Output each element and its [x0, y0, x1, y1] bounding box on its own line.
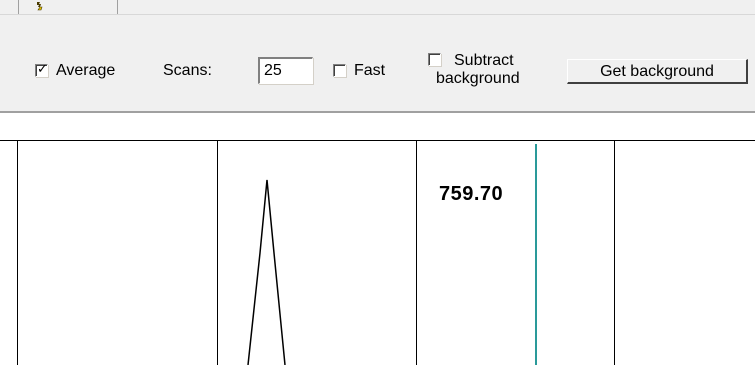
subtract-background-checkbox[interactable]	[428, 53, 441, 66]
subtract-label-line2: background	[436, 70, 520, 87]
get-background-button[interactable]: Get background	[567, 59, 748, 84]
spectrometer-window: ✓ Average Scans: Fast Subtract backgroun…	[0, 0, 755, 365]
check-mark-icon: ✓	[37, 62, 48, 77]
spectrum-panel: 759.70	[0, 113, 755, 365]
subtract-background-option: Subtract background	[428, 50, 558, 90]
tool-strip-bottom	[0, 14, 755, 36]
average-checkbox[interactable]: ✓	[35, 62, 48, 77]
peak-line	[247, 179, 286, 365]
peak-trace	[247, 179, 286, 365]
fast-label: Fast	[354, 62, 386, 79]
scans-input[interactable]	[258, 57, 313, 84]
scans-label: Scans:	[163, 62, 212, 79]
sniff-icon	[37, 2, 43, 11]
peak-value-readout: 759.70	[439, 183, 504, 205]
tool-button-right-edge	[117, 0, 118, 14]
average-label: Average	[56, 62, 116, 79]
fast-checkbox[interactable]	[333, 64, 346, 77]
tool-button[interactable]	[18, 0, 118, 14]
tool-strip	[0, 0, 755, 36]
tool-button-left-edge	[18, 0, 19, 14]
cursor-line[interactable]	[535, 144, 537, 365]
subtract-label-line1: Subtract	[454, 52, 514, 69]
acquisition-options-bar: ✓ Average Scans: Fast Subtract backgroun…	[0, 35, 755, 113]
